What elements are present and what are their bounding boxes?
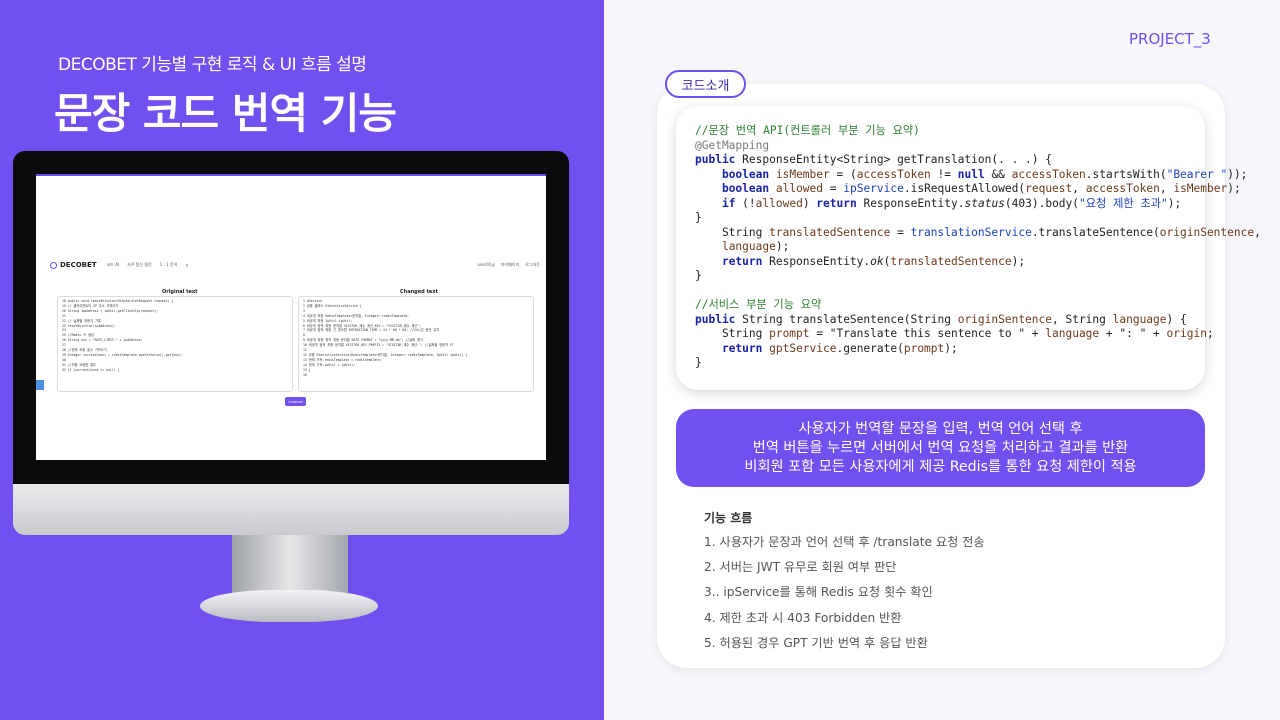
code-snippet: //문장 번역 API(컨트롤러 부분 기능 요약) @GetMapping p… bbox=[695, 124, 1261, 369]
original-text-panel[interactable]: 18 public void recordVisitor(HttpServlet… bbox=[57, 296, 293, 392]
logo-text: DECOBET bbox=[60, 261, 97, 269]
feature-description: 사용자가 번역할 문장을 입력, 번역 언어 선택 후 번역 버튼을 누르면 서… bbox=[676, 409, 1205, 487]
code-intro-label: 코드소개 bbox=[665, 70, 746, 98]
monitor-stand-foot bbox=[200, 590, 378, 622]
flow-step: 4. 제한 초과 시 403 Forbidden 반환 bbox=[704, 610, 902, 625]
nav-logout[interactable]: 로그아웃 bbox=[525, 262, 540, 268]
changed-text-title: Changed text bbox=[400, 289, 438, 295]
monitor-chin bbox=[13, 484, 569, 535]
nav-item-code-ai[interactable]: 코드 AI bbox=[107, 262, 120, 268]
project-label: PROJECT_3 bbox=[1129, 30, 1211, 48]
flow-steps: 1. 사용자가 문장과 언어 선택 후 /translate 요청 전송 2. … bbox=[704, 534, 985, 660]
flow-step: 5. 허용된 경우 GPT 기반 번역 후 응답 반환 bbox=[704, 635, 928, 650]
page-subtitle: DECOBET 기능별 구현 로직 & UI 흐름 설명 bbox=[58, 55, 367, 75]
monitor-screen: DECOBET 코드 AI 자주 묻는 질문 1 : 1 문의 ⚲ user01… bbox=[36, 174, 546, 460]
changed-text-panel[interactable]: 1 @Service 2 공용 클래스 StatisticsService {3 4… bbox=[298, 296, 534, 392]
nav-mypage[interactable]: 마이페이지 bbox=[501, 262, 519, 268]
nav-item-inquiry[interactable]: 1 : 1 문의 bbox=[160, 262, 178, 268]
search-icon[interactable]: ⚲ bbox=[185, 263, 188, 268]
app-navbar: DECOBET 코드 AI 자주 묻는 질문 1 : 1 문의 ⚲ user01… bbox=[50, 258, 540, 272]
location-pin-icon bbox=[50, 261, 57, 269]
panel-code-line: 16 bbox=[303, 372, 307, 377]
flow-step: 2. 서버는 JWT 유무로 회원 여부 판단 bbox=[704, 560, 897, 575]
monitor-stand-neck bbox=[232, 535, 348, 597]
flow-step: 1. 사용자가 문장과 언어 선택 후 /translate 요청 전송 bbox=[704, 535, 985, 549]
original-text-title: Original text bbox=[162, 289, 198, 295]
description-line: 비회원 포함 모든 사용자에게 제공 Redis를 통한 요청 제한이 적용 bbox=[744, 459, 1137, 475]
page-title: 문장 코드 번역 기능 bbox=[54, 89, 397, 138]
description-line: 번역 버튼을 누르면 서버에서 번역 요청을 처리하고 결과를 반환 bbox=[752, 440, 1129, 456]
flow-title: 기능 흐름 bbox=[704, 511, 753, 525]
nav-item-faq[interactable]: 자주 묻는 질문 bbox=[127, 262, 152, 268]
code-comment: //문장 번역 API(컨트롤러 부분 기능 요약) bbox=[695, 124, 920, 137]
flow-step: 3.. ipService를 통해 Redis 요청 횟수 확인 bbox=[704, 585, 933, 600]
compare-button[interactable]: COMPARE bbox=[285, 397, 306, 406]
panel-code-line: 32 if (currentCount == null) { bbox=[62, 367, 120, 372]
description-line: 사용자가 번역할 문장을 입력, 번역 언어 선택 후 bbox=[798, 421, 1083, 437]
nav-user[interactable]: user01님 bbox=[477, 262, 495, 268]
side-tab[interactable] bbox=[36, 380, 44, 390]
nav-right: user01님 마이페이지 로그아웃 bbox=[477, 262, 540, 268]
app-logo[interactable]: DECOBET bbox=[50, 261, 97, 269]
